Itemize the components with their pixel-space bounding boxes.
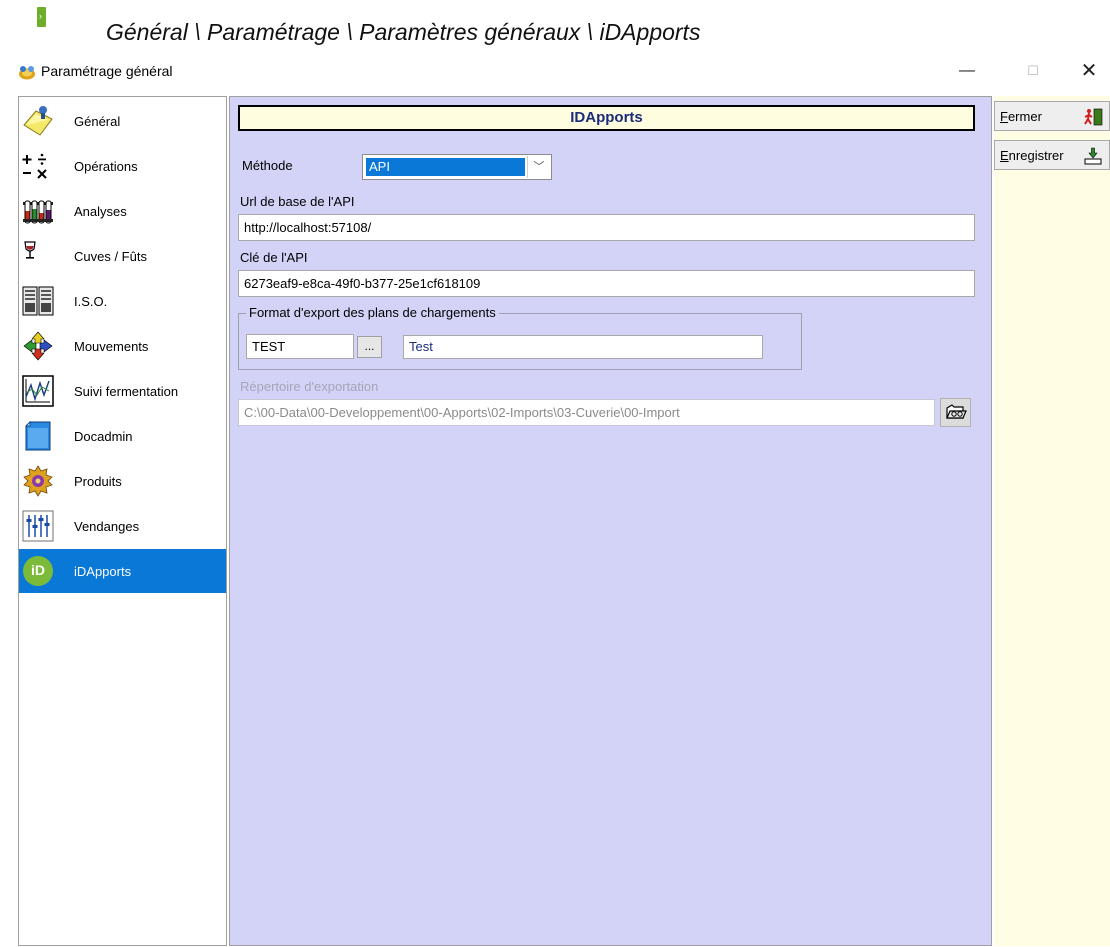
window-title: Paramétrage général	[41, 63, 173, 79]
save-button[interactable]: Enregistrer	[994, 140, 1110, 170]
nav-item-label: Suivi fermentation	[74, 384, 179, 399]
notepad-icon	[23, 106, 53, 136]
app-icon	[19, 66, 35, 80]
nav-item-suivi-fermentation[interactable]: Suivi fermentation	[19, 369, 226, 413]
method-selected-value: API	[366, 158, 525, 176]
save-icon	[1084, 147, 1102, 165]
export-directory-input[interactable]: C:\00-Data\00-Developpement\00-Apports\0…	[238, 399, 935, 426]
nav-item-docadmin[interactable]: Docadmin	[19, 414, 226, 458]
nav-item-iso[interactable]: I.S.O.	[19, 279, 226, 323]
nav-item-label: iDApports	[74, 564, 132, 579]
nav-item-label: Cuves / Fûts	[74, 249, 147, 264]
nav-item-mouvements[interactable]: Mouvements	[19, 324, 226, 368]
test-tubes-icon	[23, 200, 53, 224]
command-column: Fermer Enregistrer	[994, 96, 1110, 946]
export-code-input[interactable]: TEST	[246, 334, 354, 359]
arrows-icon	[23, 331, 53, 361]
method-label: Méthode	[242, 158, 293, 173]
idapports-logo-icon: iD	[23, 556, 53, 586]
settings-window: Paramétrage général — ☐ ✕ Général Opérat…	[8, 56, 1110, 947]
nav-item-operations[interactable]: Opérations	[19, 144, 226, 188]
iso-document-icon	[22, 286, 54, 316]
nav-item-general[interactable]: Général	[19, 99, 226, 143]
panel-title: IDApports	[238, 105, 975, 131]
browse-folder-button[interactable]	[940, 398, 971, 427]
nav-item-idapports[interactable]: iD iDApports	[19, 549, 226, 593]
sliders-icon	[22, 510, 54, 542]
title-bar: Paramétrage général — ☐ ✕	[8, 56, 1110, 86]
document-icon	[25, 421, 51, 451]
close-button-label: Fermer	[1000, 109, 1042, 124]
math-operations-icon	[22, 153, 47, 179]
close-window-button[interactable]: ✕	[1066, 56, 1110, 86]
breadcrumb-icon	[37, 7, 46, 27]
api-key-input[interactable]: 6273eaf9-e8ca-49f0-b377-25e1cf618109	[238, 270, 975, 297]
chevron-down-icon[interactable]: ﹀	[527, 156, 550, 178]
maximize-button[interactable]: ☐	[1010, 56, 1056, 86]
nav-item-cuves-futs[interactable]: Cuves / Fûts	[19, 234, 226, 278]
nav-item-label: Mouvements	[74, 339, 149, 354]
minimize-button[interactable]: —	[944, 56, 990, 86]
settings-panel: IDApports Méthode API ﹀ Url de base de l…	[229, 96, 992, 946]
gear-icon	[23, 465, 53, 497]
close-button[interactable]: Fermer	[994, 101, 1110, 131]
export-format-group-title: Format d'export des plans de chargements	[246, 305, 499, 320]
nav-item-label: Opérations	[74, 159, 138, 174]
chart-icon	[22, 375, 54, 407]
svg-text:iD: iD	[31, 562, 45, 578]
api-url-input[interactable]: http://localhost:57108/	[238, 214, 975, 241]
nav-item-label: Produits	[74, 474, 122, 489]
settings-nav-list: Général Opérations Analyses Cuves / Fûts…	[18, 96, 227, 946]
api-url-label: Url de base de l'API	[240, 194, 355, 209]
nav-item-label: Général	[74, 114, 121, 129]
export-name-field: Test	[403, 335, 763, 359]
export-directory-label: Répertoire d'exportation	[240, 379, 379, 394]
nav-item-label: I.S.O.	[74, 294, 108, 309]
exit-door-icon	[1084, 108, 1103, 126]
nav-item-vendanges[interactable]: Vendanges	[19, 504, 226, 548]
wine-glass-icon	[24, 241, 36, 259]
save-button-label: Enregistrer	[1000, 148, 1064, 163]
api-key-label: Clé de l'API	[240, 250, 308, 265]
folder-open-icon	[946, 404, 967, 419]
export-browse-button[interactable]: ...	[357, 336, 382, 358]
breadcrumb: Général \ Paramétrage \ Paramètres génér…	[106, 19, 701, 45]
nav-item-label: Docadmin	[74, 429, 133, 444]
method-select[interactable]: API ﹀	[362, 154, 552, 180]
nav-item-produits[interactable]: Produits	[19, 459, 226, 503]
nav-item-label: Analyses	[74, 204, 127, 219]
nav-item-label: Vendanges	[74, 519, 140, 534]
nav-item-analyses[interactable]: Analyses	[19, 189, 226, 233]
